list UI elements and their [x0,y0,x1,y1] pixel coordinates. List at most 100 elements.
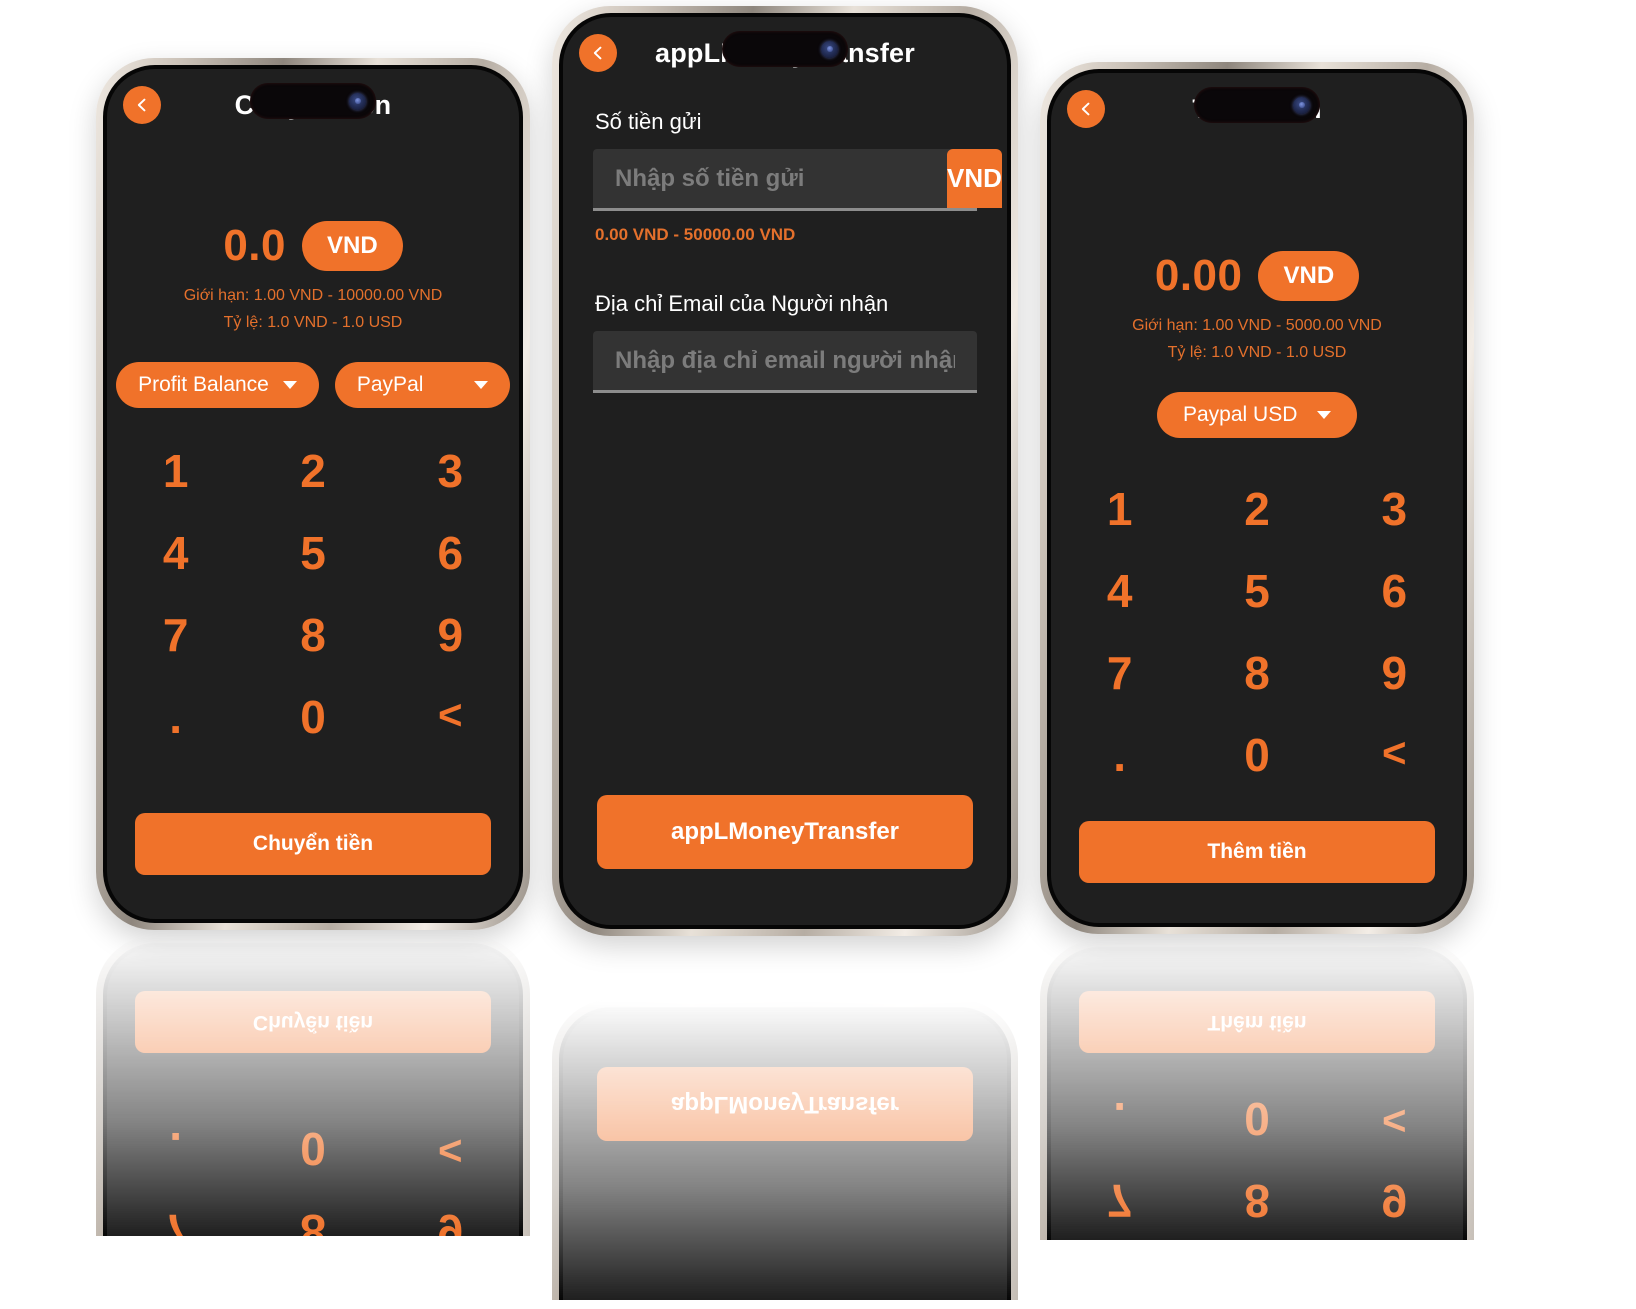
key-4[interactable]: 4 [107,1272,244,1309]
amount-section: 0.00 VND Giới hạn: 1.00 VND - 5000.00 VN… [1051,251,1463,796]
key-5[interactable]: 5 [244,1272,381,1309]
key-5[interactable]: 5 [1188,1242,1325,1309]
dynamic-island [722,31,848,67]
selector-row: Profit Balance PayPal [107,362,519,408]
back-button[interactable] [1067,90,1105,128]
recipient-email-field[interactable] [593,331,977,393]
phone-bezel: appLMoneyTransfer Số tiền gửi VND 0.00 V… [559,13,1011,929]
key-decimal[interactable]: . [1051,1078,1188,1160]
key-9[interactable]: 9 [382,1190,519,1272]
key-3[interactable]: 3 [1326,468,1463,550]
key-4[interactable]: 4 [107,512,244,594]
key-backspace[interactable]: < [1326,1078,1463,1160]
source-account-dropdown[interactable]: Profit Balance [116,362,319,408]
key-9[interactable]: 9 [382,594,519,676]
payment-method-dropdown[interactable]: Paypal USD [1157,392,1357,438]
currency-pill[interactable]: VND [1258,251,1360,301]
amount-section: 0.0 VND Giới hạn: 1.00 VND - 10000.00 VN… [107,221,519,758]
payment-method-dropdown[interactable]: PayPal [334,362,510,408]
key-backspace[interactable]: < [1326,714,1463,796]
key-8[interactable]: 8 [1188,632,1325,714]
submit-transfer-button[interactable]: appLMoneyTransfer [597,1067,973,1141]
screen-add-money: Thêm tiền 0.00 VND Giới hạn: 1.00 VND - … [1051,951,1463,1309]
phone-money-transfer-form: appLMoneyTransfer Số tiền gửi VND 0.00 V… [552,6,1018,936]
key-1[interactable]: 1 [107,430,244,512]
transfer-money-button[interactable]: Chuyển tiền [135,813,491,875]
key-8[interactable]: 8 [1188,1160,1325,1242]
key-7[interactable]: 7 [1051,632,1188,714]
numeric-keypad: 1 2 3 4 5 6 7 8 9 . 0 < [107,1108,519,1309]
key-4[interactable]: 4 [1051,1242,1188,1309]
transfer-money-button[interactable]: Chuyển tiền [135,991,491,1053]
key-5[interactable]: 5 [1188,550,1325,632]
key-backspace[interactable]: < [382,1108,519,1190]
deposit-amount-group: Số tiền gửi VND 0.00 VND - 50000.00 VND [593,109,1002,245]
key-2[interactable]: 2 [1188,468,1325,550]
key-decimal[interactable]: . [107,676,244,758]
form-section: Số tiền gửi VND 0.00 VND - 50000.00 VND … [593,109,1002,393]
phone-bezel: Chuyển tiền 0.0 VND Giới hạn: 1.00 VND -… [103,65,523,923]
key-0[interactable]: 0 [1188,714,1325,796]
submit-transfer-button[interactable]: appLMoneyTransfer [597,795,973,869]
phone-bezel: Thêm tiền 0.00 VND Giới hạn: 1.00 VND - … [1047,69,1467,927]
source-account-label: Profit Balance [138,373,269,396]
key-7[interactable]: 7 [107,1190,244,1272]
key-7[interactable]: 7 [1051,1160,1188,1242]
dynamic-island [250,83,376,119]
front-camera-icon [1293,96,1310,114]
amount-row: 0.0 VND [107,221,519,271]
phone-frame: appLMoneyTransfer Số tiền gửi VND 0.00 V… [552,6,1018,936]
key-9[interactable]: 9 [1326,632,1463,714]
chevron-down-icon [1317,411,1331,419]
key-4[interactable]: 4 [1051,550,1188,632]
key-8[interactable]: 8 [244,1190,381,1272]
key-6[interactable]: 6 [382,1272,519,1309]
key-3[interactable]: 3 [382,430,519,512]
recipient-email-label: Địa chỉ Email của Người nhận [595,291,889,316]
add-money-button[interactable]: Thêm tiền [1079,821,1435,883]
rate-text: Tỷ lệ: 1.0 VND - 1.0 USD [1167,344,1347,361]
key-backspace[interactable]: < [382,676,519,758]
key-9[interactable]: 9 [1326,1160,1463,1242]
phone-bezel: appLMoneyTransfer Số tiền gửi VND 0.00 V… [559,1007,1011,1309]
phone-transfer-money: Chuyển tiền 0.0 VND Giới hạn: 1.00 VND -… [96,936,530,1309]
key-0[interactable]: 0 [1188,1078,1325,1160]
key-7[interactable]: 7 [107,594,244,676]
chevron-left-icon [593,46,602,60]
phone-money-transfer-form: appLMoneyTransfer Số tiền gửi VND 0.00 V… [552,1000,1018,1309]
phone-add-money: Thêm tiền 0.00 VND Giới hạn: 1.00 VND - … [1040,940,1474,1309]
screen-money-transfer-form: appLMoneyTransfer Số tiền gửi VND 0.00 V… [563,1011,1007,1309]
payment-method-label: PayPal [356,373,424,396]
key-6[interactable]: 6 [1326,1242,1463,1309]
key-1[interactable]: 1 [1051,468,1188,550]
phone-frame: Chuyển tiền 0.0 VND Giới hạn: 1.00 VND -… [96,936,530,1309]
key-5[interactable]: 5 [244,512,381,594]
key-0[interactable]: 0 [244,676,381,758]
screen-money-transfer-form: appLMoneyTransfer Số tiền gửi VND 0.00 V… [563,17,1007,925]
front-camera-icon [349,92,366,110]
phone-frame: Thêm tiền 0.00 VND Giới hạn: 1.00 VND - … [1040,940,1474,1309]
screen-transfer-money: Chuyển tiền 0.0 VND Giới hạn: 1.00 VND -… [107,69,519,919]
deposit-currency-button[interactable]: VND [947,149,1002,208]
key-decimal[interactable]: . [107,1108,244,1190]
deposit-amount-input[interactable] [593,149,947,208]
add-money-button[interactable]: Thêm tiền [1079,991,1435,1053]
reflection-add-money: Thêm tiền 0.00 VND Giới hạn: 1.00 VND - … [1040,940,1474,1309]
key-decimal[interactable]: . [1051,714,1188,796]
deposit-amount-field[interactable]: VND [593,149,1002,211]
recipient-email-input[interactable] [593,331,977,390]
front-camera-icon [821,40,838,58]
reflection-money-transfer-form: appLMoneyTransfer Số tiền gửi VND 0.00 V… [552,1000,1018,1309]
key-6[interactable]: 6 [1326,550,1463,632]
back-button[interactable] [579,34,617,72]
back-button[interactable] [123,86,161,124]
key-6[interactable]: 6 [382,512,519,594]
key-8[interactable]: 8 [244,594,381,676]
key-0[interactable]: 0 [244,1108,381,1190]
numeric-keypad: 1 2 3 4 5 6 7 8 9 . 0 < [107,430,519,758]
limit-text: Giới hạn: 1.00 VND - 10000.00 VND [183,287,443,304]
currency-pill[interactable]: VND [302,221,403,271]
key-2[interactable]: 2 [244,430,381,512]
phone-frame: appLMoneyTransfer Số tiền gửi VND 0.00 V… [552,1000,1018,1309]
chevron-left-icon [137,98,146,112]
